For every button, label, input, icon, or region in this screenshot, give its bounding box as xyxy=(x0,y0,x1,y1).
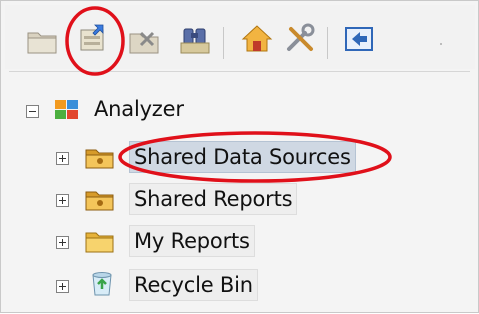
tree-root-label[interactable]: Analyzer xyxy=(94,97,184,121)
repository-panel: Analyzer Shared Data Sources Shared Repo… xyxy=(0,0,479,313)
expand-toggle[interactable] xyxy=(56,194,69,207)
shared-folder-icon xyxy=(84,144,116,170)
expand-toggle[interactable] xyxy=(56,280,69,293)
folder-icon xyxy=(84,228,116,254)
tree-item-label[interactable]: My Reports xyxy=(129,225,255,257)
analyzer-logo-icon xyxy=(51,97,83,123)
tree-root: Analyzer xyxy=(1,95,479,129)
tree-item-shared-data-sources[interactable]: Shared Data Sources xyxy=(1,141,479,175)
tree-item-label[interactable]: Shared Data Sources xyxy=(129,141,356,173)
tree-item-my-reports[interactable]: My Reports xyxy=(1,225,479,259)
tree-item-label[interactable]: Recycle Bin xyxy=(129,269,258,301)
tree-item-recycle-bin[interactable]: Recycle Bin xyxy=(1,269,479,303)
tree-item-label[interactable]: Shared Reports xyxy=(129,183,298,215)
tree-item-shared-reports[interactable]: Shared Reports xyxy=(1,183,479,217)
shared-folder-icon xyxy=(84,186,116,212)
repository-tree: Analyzer Shared Data Sources Shared Repo… xyxy=(1,1,479,314)
expand-toggle[interactable] xyxy=(56,152,69,165)
expand-toggle[interactable] xyxy=(56,236,69,249)
recycle-bin-icon xyxy=(86,271,118,297)
collapse-toggle[interactable] xyxy=(26,105,39,118)
